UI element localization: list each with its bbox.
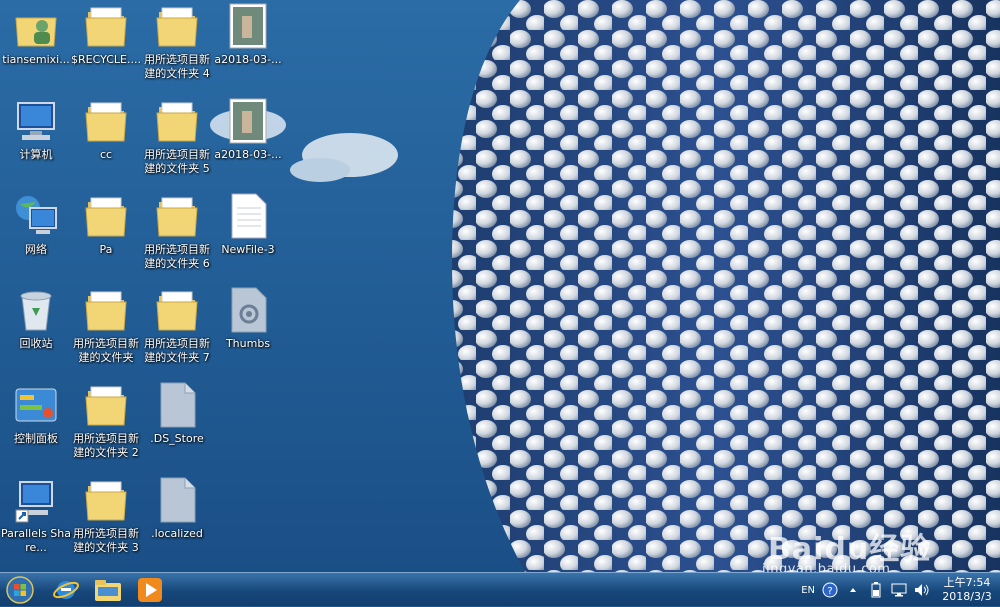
desktop-icon-label: .localized [151, 527, 203, 540]
folder-icon [82, 190, 130, 240]
desktop-icon-label: tiansemixi... [2, 53, 70, 66]
folder-icon [153, 0, 201, 50]
user-folder-icon [12, 0, 60, 50]
desktop-icon-label: a2018-03-... [214, 53, 282, 66]
desktop-icon[interactable]: a2018-03-... [212, 95, 284, 187]
battery-icon[interactable] [867, 581, 885, 599]
desktop-icon[interactable]: 回收站 [0, 284, 72, 376]
volume-icon[interactable] [913, 581, 931, 599]
control-panel-icon [12, 379, 60, 429]
folder-icon [82, 379, 130, 429]
desktop-icon[interactable]: Pa [70, 190, 142, 282]
folder-icon [153, 190, 201, 240]
network-icon [12, 190, 60, 240]
desktop-icon-label: .DS_Store [150, 432, 204, 445]
desktop-icon-label: a2018-03-... [214, 148, 282, 161]
system-tray: EN ? 上午7:54 2018/3/3 [801, 573, 1000, 607]
computer-icon [12, 95, 60, 145]
windows-orb-icon [6, 576, 34, 604]
system-file-icon [224, 284, 272, 334]
desktop-icon[interactable]: cc [70, 95, 142, 187]
desktop: tiansemixi... $RECYCLE.... 用所选项目新建的文件夹 4 a2… [0, 0, 1000, 572]
recycle-bin-icon [12, 284, 60, 334]
desktop-icon[interactable]: Parallels Share... [0, 474, 72, 566]
shortcut-icon [12, 474, 60, 524]
folder-icon [153, 284, 201, 334]
desktop-icon[interactable]: 用所选项目新建的文件夹 [70, 284, 142, 376]
network-tray-icon[interactable] [890, 581, 908, 599]
desktop-icon[interactable]: 网络 [0, 190, 72, 282]
desktop-icon-label: 控制面板 [14, 432, 58, 445]
desktop-icon-label: 网络 [25, 243, 47, 256]
desktop-icon-label: 用所选项目新建的文件夹 4 [144, 53, 210, 80]
folder-icon [153, 95, 201, 145]
desktop-icon-label: NewFile-3 [221, 243, 275, 256]
desktop-icon-label: 计算机 [19, 148, 53, 161]
desktop-icon-label: 用所选项目新建的文件夹 3 [73, 527, 139, 554]
clock-date: 2018/3/3 [942, 590, 992, 603]
desktop-icon[interactable]: $RECYCLE.... [70, 0, 142, 92]
folder-icon [82, 95, 130, 145]
folder-icon [82, 474, 130, 524]
desktop-icon[interactable]: 用所选项目新建的文件夹 2 [70, 379, 142, 471]
desktop-icon[interactable]: 用所选项目新建的文件夹 5 [141, 95, 213, 187]
desktop-icon[interactable]: NewFile-3 [212, 190, 284, 282]
blank-file-icon [153, 474, 201, 524]
blank-file-icon [153, 379, 201, 429]
desktop-icon[interactable]: 用所选项目新建的文件夹 3 [70, 474, 142, 566]
folder-icon [82, 0, 130, 50]
desktop-icon-label: Thumbs [225, 337, 271, 350]
media-player-icon [138, 578, 162, 602]
desktop-icon[interactable]: .localized [141, 474, 213, 566]
svg-text:?: ? [827, 586, 832, 597]
help-icon[interactable]: ? [821, 581, 839, 599]
desktop-icon[interactable]: 用所选项目新建的文件夹 6 [141, 190, 213, 282]
internet-explorer-icon [53, 581, 79, 599]
desktop-icon-label: $RECYCLE.... [71, 53, 141, 66]
taskbar: EN ? 上午7:54 2018/3/3 [0, 572, 1000, 606]
clock-time: 上午7:54 [943, 576, 991, 589]
desktop-icon[interactable]: 用所选项目新建的文件夹 4 [141, 0, 213, 92]
explorer-folder-icon [95, 580, 121, 601]
desktop-icon[interactable]: 计算机 [0, 95, 72, 187]
clock[interactable]: 上午7:54 2018/3/3 [936, 576, 998, 604]
desktop-icon[interactable]: 控制面板 [0, 379, 72, 471]
desktop-icon[interactable]: Thumbs [212, 284, 284, 376]
start-button[interactable] [2, 575, 38, 605]
desktop-icon-label: 回收站 [19, 337, 53, 350]
desktop-icon-label: 用所选项目新建的文件夹 7 [144, 337, 210, 364]
text-file-icon [224, 190, 272, 240]
desktop-icon-label: 用所选项目新建的文件夹 [73, 337, 139, 364]
taskbar-media-player[interactable] [130, 575, 170, 605]
desktop-icon-label: Parallels Share... [0, 527, 71, 554]
desktop-icon-label: cc [99, 148, 113, 161]
desktop-icon[interactable]: 用所选项目新建的文件夹 7 [141, 284, 213, 376]
desktop-icon[interactable]: tiansemixi... [0, 0, 72, 92]
taskbar-internet-explorer[interactable] [46, 575, 86, 605]
input-language[interactable]: EN [801, 585, 815, 596]
tray-arrow-icon[interactable] [844, 581, 862, 599]
taskbar-windows-explorer[interactable] [88, 575, 128, 605]
desktop-icon[interactable]: .DS_Store [141, 379, 213, 471]
desktop-icon[interactable]: a2018-03-... [212, 0, 284, 92]
image-file-icon [224, 0, 272, 50]
desktop-icon-label: 用所选项目新建的文件夹 5 [144, 148, 210, 175]
desktop-icon-label: Pa [99, 243, 113, 256]
desktop-icon-label: 用所选项目新建的文件夹 2 [73, 432, 139, 459]
desktop-icon-label: 用所选项目新建的文件夹 6 [144, 243, 210, 270]
folder-icon [82, 284, 130, 334]
image-file-icon [224, 95, 272, 145]
